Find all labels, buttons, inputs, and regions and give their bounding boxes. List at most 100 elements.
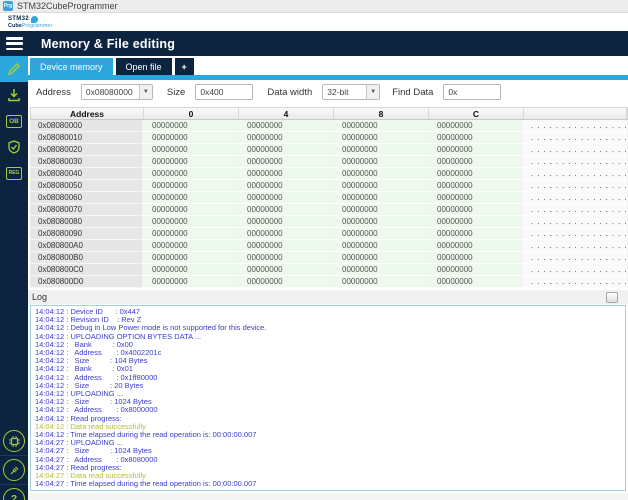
hex-value-cell[interactable]: 00000000 [143, 156, 238, 168]
page-header: Memory & File editing [0, 31, 628, 56]
hex-value-cell[interactable]: 00000000 [428, 120, 523, 132]
hex-value-cell[interactable]: 00000000 [333, 252, 428, 264]
hex-value-cell[interactable]: 00000000 [143, 144, 238, 156]
hex-value-cell[interactable]: 00000000 [333, 144, 428, 156]
hex-value-cell[interactable]: 00000000 [428, 228, 523, 240]
hex-value-cell[interactable]: 00000000 [238, 132, 333, 144]
hex-value-cell[interactable]: 00000000 [428, 276, 523, 288]
table-row: 0x08080070 00000000 00000000 00000000 000000… [30, 204, 628, 216]
find-data-input[interactable] [443, 84, 502, 100]
hex-value-cell[interactable]: 00000000 [238, 252, 333, 264]
sidebar-item-option-bytes[interactable]: OB [0, 108, 28, 134]
sidebar-item-erasing-programming[interactable] [0, 82, 28, 108]
question-icon[interactable]: ? [3, 488, 25, 500]
sidebar-bottom: ? [0, 427, 28, 500]
ascii-cell: ................ [523, 204, 628, 216]
hex-value-cell[interactable]: 00000000 [428, 132, 523, 144]
col-address: Address [31, 108, 144, 119]
stm32cube-logo: STM32 CubeProgrammer [8, 15, 53, 29]
chip-icon[interactable] [3, 430, 25, 452]
address-value: 0x08080000 [85, 87, 133, 97]
hex-value-cell[interactable]: 00000000 [143, 120, 238, 132]
hex-value-cell[interactable]: 00000000 [333, 264, 428, 276]
address-combo[interactable]: 0x08080000 ▼ [80, 84, 153, 100]
hex-value-cell[interactable]: 00000000 [428, 252, 523, 264]
hex-value-cell[interactable]: 00000000 [143, 204, 238, 216]
hex-value-cell[interactable]: 00000000 [238, 228, 333, 240]
hex-value-cell[interactable]: 00000000 [333, 180, 428, 192]
hex-value-cell[interactable]: 00000000 [428, 204, 523, 216]
hex-value-cell[interactable]: 00000000 [143, 240, 238, 252]
tab-add[interactable]: + [174, 58, 194, 75]
data-width-select[interactable]: 32-bit ▼ [322, 84, 381, 100]
memory-table-header: Address 0 4 8 C [30, 107, 628, 120]
log-verbosity-button[interactable] [606, 292, 618, 303]
tab-bar: Device memory Open file + [30, 58, 194, 75]
table-row: 0x080800D0 00000000 00000000 00000000 000000… [30, 276, 628, 288]
hex-value-cell[interactable]: 00000000 [143, 180, 238, 192]
hex-value-cell[interactable]: 00000000 [428, 240, 523, 252]
hex-value-cell[interactable]: 00000000 [238, 156, 333, 168]
hex-value-cell[interactable]: 00000000 [428, 192, 523, 204]
chevron-down-icon[interactable]: ▼ [138, 85, 152, 99]
hex-value-cell[interactable]: 00000000 [238, 264, 333, 276]
address-cell: 0x08080020 [30, 144, 143, 156]
sidebar-item-registers[interactable]: REG [0, 160, 28, 186]
hex-value-cell[interactable]: 00000000 [333, 216, 428, 228]
hex-value-cell[interactable]: 00000000 [238, 240, 333, 252]
hex-value-cell[interactable]: 00000000 [143, 276, 238, 288]
reg-icon: REG [5, 166, 23, 180]
hex-value-cell[interactable]: 00000000 [333, 132, 428, 144]
hex-value-cell[interactable]: 00000000 [333, 204, 428, 216]
hex-value-cell[interactable]: 00000000 [333, 192, 428, 204]
hex-value-cell[interactable]: 00000000 [238, 120, 333, 132]
log-header: Log [28, 290, 628, 304]
hex-value-cell[interactable]: 00000000 [333, 240, 428, 252]
brand-programmer: Programmer [21, 22, 53, 29]
hex-value-cell[interactable]: 00000000 [143, 252, 238, 264]
hex-value-cell[interactable]: 00000000 [143, 132, 238, 144]
hex-value-cell[interactable]: 00000000 [143, 192, 238, 204]
hex-value-cell[interactable]: 00000000 [238, 168, 333, 180]
hex-value-cell[interactable]: 00000000 [143, 216, 238, 228]
hex-value-cell[interactable]: 00000000 [333, 156, 428, 168]
hex-value-cell[interactable]: 00000000 [333, 168, 428, 180]
ascii-cell: ................ [523, 240, 628, 252]
hex-value-cell[interactable]: 00000000 [238, 276, 333, 288]
hex-value-cell[interactable]: 00000000 [333, 276, 428, 288]
tab-device-memory[interactable]: Device memory [30, 58, 113, 75]
hex-value-cell[interactable]: 00000000 [143, 168, 238, 180]
window-title: STM32CubeProgrammer [17, 1, 118, 11]
hex-value-cell[interactable]: 00000000 [428, 216, 523, 228]
ascii-cell: ................ [523, 192, 628, 204]
address-label: Address [36, 86, 71, 98]
hex-value-cell[interactable]: 00000000 [238, 216, 333, 228]
ob-icon: OB [6, 114, 22, 128]
hex-value-cell[interactable]: 00000000 [333, 228, 428, 240]
ascii-cell: ................ [523, 216, 628, 228]
table-row: 0x08080020 00000000 00000000 00000000 000000… [30, 144, 628, 156]
log-box: 14:04:12 : Device ID : 0x447 14:04:12 : R… [30, 305, 626, 491]
find-data-label: Find Data [392, 86, 434, 98]
sidebar-item-security[interactable] [0, 134, 28, 160]
hex-value-cell[interactable]: 00000000 [143, 264, 238, 276]
chevron-down-icon[interactable]: ▼ [366, 85, 380, 99]
hex-value-cell[interactable]: 00000000 [238, 192, 333, 204]
hex-value-cell[interactable]: 00000000 [238, 144, 333, 156]
size-input[interactable] [195, 84, 254, 100]
plug-icon[interactable] [3, 459, 25, 481]
tab-open-file[interactable]: Open file [115, 58, 172, 75]
hex-value-cell[interactable]: 00000000 [238, 204, 333, 216]
menu-icon[interactable] [6, 37, 23, 50]
hex-value-cell[interactable]: 00000000 [428, 144, 523, 156]
hex-value-cell[interactable]: 00000000 [333, 120, 428, 132]
hex-value-cell[interactable]: 00000000 [428, 156, 523, 168]
ascii-cell: ................ [523, 120, 628, 132]
hex-value-cell[interactable]: 00000000 [428, 264, 523, 276]
hex-value-cell[interactable]: 00000000 [238, 180, 333, 192]
hex-value-cell[interactable]: 00000000 [428, 180, 523, 192]
table-row: 0x08080080 00000000 00000000 00000000 000000… [30, 216, 628, 228]
sidebar-item-memory-file-editing[interactable] [0, 56, 28, 82]
hex-value-cell[interactable]: 00000000 [428, 168, 523, 180]
hex-value-cell[interactable]: 00000000 [143, 228, 238, 240]
